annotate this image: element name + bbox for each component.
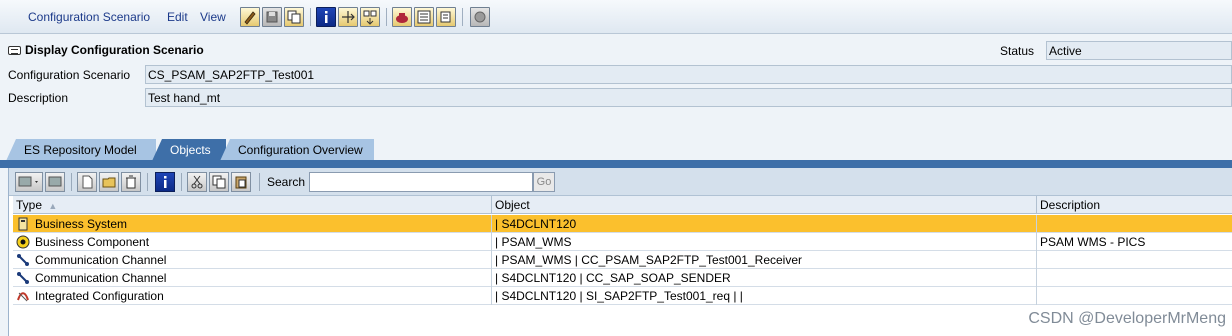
- communication-channel-icon: [17, 254, 29, 266]
- toolbar-separator: [147, 173, 148, 191]
- move-icon[interactable]: [338, 7, 358, 27]
- pencil-icon[interactable]: [240, 7, 260, 27]
- tab-underline: [0, 160, 1232, 168]
- scroll-icon[interactable]: [436, 7, 456, 27]
- page-title-text: Display Configuration Scenario: [25, 43, 204, 57]
- object-cell: | PSAM_WMS | CC_PSAM_SAP2FTP_Test001_Rec…: [492, 251, 1037, 269]
- watermark: CSDN @DeveloperMrMeng: [1028, 310, 1226, 327]
- tab-objects[interactable]: Objects: [152, 139, 226, 161]
- object-cell: | S4DCLNT120 | SI_SAP2FTP_Test001_req | …: [492, 287, 1037, 305]
- object-cell: | PSAM_WMS: [492, 233, 1037, 251]
- table-row[interactable]: Business Component | PSAM_WMS PSAM WMS -…: [13, 233, 1232, 251]
- toolbar-separator: [386, 8, 387, 26]
- menu-view[interactable]: View: [200, 10, 226, 24]
- table-row[interactable]: Communication Channel | S4DCLNT120 | CC_…: [13, 269, 1232, 287]
- list-icon[interactable]: [414, 7, 434, 27]
- column-header-object[interactable]: Object: [492, 196, 1037, 214]
- communication-channel-icon: [17, 272, 29, 284]
- business-component-icon: [16, 235, 30, 249]
- description-cell: [1037, 287, 1232, 305]
- info-icon[interactable]: [155, 172, 175, 192]
- type-cell: Integrated Configuration: [13, 287, 492, 305]
- scenario-header: Display Configuration Scenario Status Ac…: [0, 35, 1232, 135]
- toolbar-separator: [181, 173, 182, 191]
- status-field: Active: [1046, 41, 1232, 60]
- tab-es-repository-model[interactable]: ES Repository Model: [6, 139, 156, 161]
- copy-icon[interactable]: [284, 7, 304, 27]
- toolbar-separator: [259, 173, 260, 191]
- paste-icon[interactable]: [231, 172, 251, 192]
- sort-ascending-icon: ▲: [48, 201, 58, 211]
- table-row[interactable]: Communication Channel | PSAM_WMS | CC_PS…: [13, 251, 1232, 269]
- new-document-icon[interactable]: [77, 172, 97, 192]
- description-field[interactable]: Test hand_mt: [145, 88, 1232, 107]
- teapot-icon[interactable]: [392, 7, 412, 27]
- menu-bar: Configuration Scenario Edit View: [0, 0, 1232, 34]
- description-cell: [1037, 269, 1232, 287]
- integrated-configuration-icon: [17, 292, 29, 302]
- menu-edit[interactable]: Edit: [167, 10, 188, 24]
- table-row[interactable]: Business System | S4DCLNT120: [13, 215, 1232, 233]
- description-cell: [1037, 251, 1232, 269]
- table-header: Type ▲ Object Description: [13, 196, 1232, 214]
- object-cell: | S4DCLNT120: [492, 215, 1037, 233]
- objects-toolbar: Search Go: [9, 168, 1232, 196]
- column-header-description[interactable]: Description: [1037, 196, 1232, 214]
- delete-icon[interactable]: [121, 172, 141, 192]
- scenario-label: Configuration Scenario: [8, 68, 131, 82]
- insert-icon[interactable]: [45, 172, 65, 192]
- info-icon[interactable]: [316, 7, 336, 27]
- cut-icon[interactable]: [187, 172, 207, 192]
- description-label: Description: [8, 91, 69, 105]
- object-cell: | S4DCLNT120 | CC_SAP_SOAP_SENDER: [492, 269, 1037, 287]
- column-header-type[interactable]: Type ▲: [13, 196, 492, 214]
- copy-icon[interactable]: [209, 172, 229, 192]
- page-title: Display Configuration Scenario: [8, 43, 204, 57]
- toolbar-separator: [310, 8, 311, 26]
- search-input[interactable]: [309, 172, 533, 192]
- business-system-icon: [18, 217, 28, 231]
- tab-configuration-overview[interactable]: Configuration Overview: [220, 139, 374, 161]
- circle-icon[interactable]: [470, 7, 490, 27]
- toolbar-separator: [462, 8, 463, 26]
- description-cell: PSAM WMS - PICS: [1040, 235, 1146, 249]
- type-cell: Business System: [13, 215, 492, 233]
- type-cell: Communication Channel: [13, 251, 492, 269]
- tab-strip: ES Repository Model Objects Configuratio…: [0, 138, 1232, 162]
- type-cell: Communication Channel: [13, 269, 492, 287]
- scenario-field[interactable]: CS_PSAM_SAP2FTP_Test001: [145, 65, 1232, 84]
- save-icon[interactable]: [262, 7, 282, 27]
- description-cell: [1037, 215, 1232, 233]
- compare-icon[interactable]: [360, 7, 380, 27]
- display-icon: [8, 45, 21, 55]
- menu-configuration-scenario[interactable]: Configuration Scenario: [28, 10, 150, 24]
- table-row[interactable]: Integrated Configuration | S4DCLNT120 | …: [13, 287, 1232, 305]
- type-cell: Business Component: [13, 233, 492, 251]
- status-label: Status: [1000, 44, 1035, 58]
- open-folder-icon[interactable]: [99, 172, 119, 192]
- insert-dropdown-icon[interactable]: [15, 172, 43, 192]
- toolbar-separator: [71, 173, 72, 191]
- search-label: Search: [267, 175, 306, 189]
- go-button[interactable]: Go: [533, 172, 555, 192]
